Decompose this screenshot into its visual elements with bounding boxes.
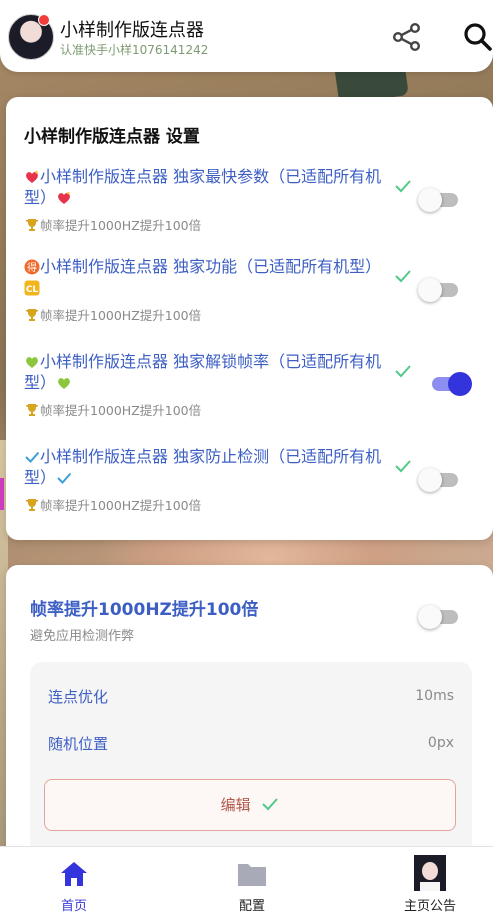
notification-dot bbox=[38, 14, 50, 26]
trophy-icon bbox=[26, 499, 38, 511]
check-mark-icon bbox=[395, 270, 411, 283]
green-heart-icon bbox=[58, 378, 70, 389]
settings-item-subtitle: 帧率提升1000HZ提升100倍 bbox=[40, 218, 202, 233]
bottom-nav: 首页 配置 主页公告 bbox=[0, 846, 493, 914]
boost-title: 帧率提升1000HZ提升100倍 bbox=[30, 600, 259, 620]
settings-item-label: 小样制作版连点器 独家最快参数（已适配所有机型） bbox=[24, 167, 382, 207]
nav-item-announcements[interactable]: 主页公告 bbox=[370, 847, 490, 914]
green-heart-icon bbox=[26, 357, 38, 368]
deal-badge-icon: 得 bbox=[24, 259, 40, 275]
check-mark-icon bbox=[262, 798, 279, 811]
trophy-icon bbox=[26, 309, 38, 321]
random-position-value: 0px bbox=[427, 735, 454, 751]
check-mark-icon bbox=[395, 460, 411, 473]
edit-button-label: 编辑 bbox=[220, 796, 251, 814]
share-icon[interactable] bbox=[390, 20, 424, 54]
toggle-anti-detection[interactable] bbox=[418, 466, 464, 494]
check-mark-icon bbox=[395, 180, 411, 193]
background-accent bbox=[0, 478, 4, 510]
settings-item-subtitle: 帧率提升1000HZ提升100倍 bbox=[40, 308, 202, 323]
app-title: 小样制作版连点器 bbox=[60, 20, 204, 41]
settings-item-subtitle: 帧率提升1000HZ提升100倍 bbox=[40, 498, 202, 513]
sparkling-heart-icon bbox=[58, 191, 70, 204]
svg-text:CL: CL bbox=[26, 285, 39, 295]
boost-settings-panel: 连点优化 10ms 随机位置 0px 编辑 bbox=[30, 662, 472, 862]
random-position-label[interactable]: 随机位置 bbox=[48, 733, 108, 754]
trophy-icon bbox=[26, 404, 38, 416]
toggle-boost[interactable] bbox=[418, 603, 464, 631]
settings-card: 小样制作版连点器 设置 小样制作版连点器 独家最快参数（已适配所有机型） 帧率提… bbox=[6, 97, 493, 540]
svg-text:得: 得 bbox=[27, 262, 37, 274]
click-optimize-value: 10ms bbox=[415, 688, 454, 704]
check-mark-icon bbox=[25, 451, 40, 463]
settings-item-label: 小样制作版连点器 独家功能（已适配所有机型） bbox=[40, 257, 382, 276]
nav-label-config: 配置 bbox=[238, 899, 265, 914]
edit-button[interactable]: 编辑 bbox=[44, 779, 456, 831]
settings-item-fastest-params: 小样制作版连点器 独家最快参数（已适配所有机型） 帧率提升1000HZ提升100… bbox=[24, 166, 384, 234]
settings-item-exclusive-feature: 得小样制作版连点器 独家功能（已适配所有机型） CL 帧率提升1000HZ提升10… bbox=[24, 256, 384, 324]
settings-item-label: 小样制作版连点器 独家解锁帧率（已适配所有机型） bbox=[24, 352, 382, 392]
boost-card: 帧率提升1000HZ提升100倍 避免应用检测作弊 连点优化 10ms 随机位置… bbox=[6, 565, 493, 865]
nav-label-home: 首页 bbox=[60, 899, 87, 914]
click-optimize-label[interactable]: 连点优化 bbox=[48, 686, 108, 707]
toggle-unlock-framerate[interactable] bbox=[426, 370, 472, 398]
app-subtitle: 认准快手小样1076141242 bbox=[60, 43, 209, 57]
home-icon bbox=[61, 862, 87, 886]
nav-item-config[interactable]: 配置 bbox=[192, 847, 312, 914]
avatar-icon bbox=[414, 855, 446, 891]
nav-item-home[interactable]: 首页 bbox=[14, 847, 134, 914]
settings-item-unlock-framerate: 小样制作版连点器 独家解锁帧率（已适配所有机型） 帧率提升1000HZ提升100… bbox=[24, 351, 384, 419]
settings-item-label: 小样制作版连点器 独家防止检测（已适配所有机型） bbox=[24, 447, 382, 487]
search-icon[interactable] bbox=[460, 20, 493, 54]
toggle-exclusive-feature[interactable] bbox=[418, 276, 464, 304]
nav-label-announcements: 主页公告 bbox=[403, 899, 456, 914]
settings-item-subtitle: 帧率提升1000HZ提升100倍 bbox=[40, 403, 202, 418]
check-mark-icon bbox=[57, 472, 72, 484]
check-mark-icon bbox=[395, 365, 411, 378]
sparkling-heart-icon bbox=[26, 170, 38, 183]
settings-item-anti-detection: 小样制作版连点器 独家防止检测（已适配所有机型） 帧率提升1000HZ提升100… bbox=[24, 446, 384, 514]
settings-title: 小样制作版连点器 设置 bbox=[24, 127, 200, 147]
app-header: 小样制作版连点器 认准快手小样1076141242 bbox=[0, 0, 493, 72]
cl-badge-icon: CL bbox=[24, 280, 40, 296]
boost-subtitle: 避免应用检测作弊 bbox=[30, 629, 135, 644]
toggle-fastest-params[interactable] bbox=[418, 186, 464, 214]
trophy-icon bbox=[26, 219, 38, 231]
folder-icon bbox=[238, 864, 266, 886]
